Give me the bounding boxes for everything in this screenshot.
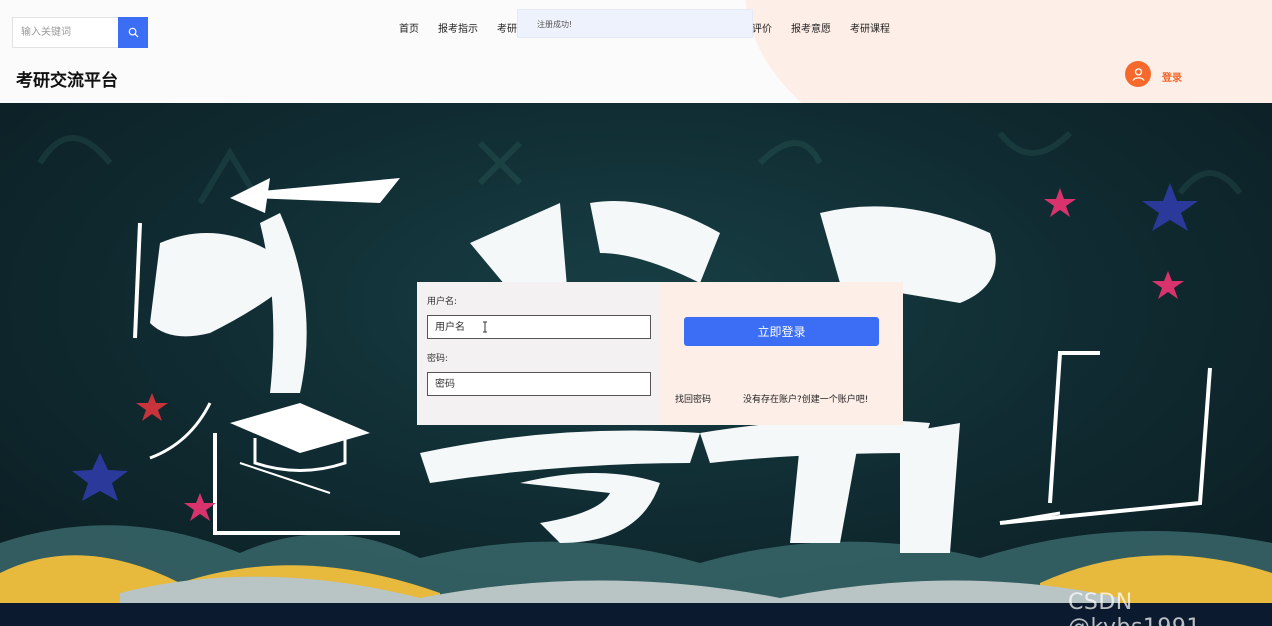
- search-box: [12, 17, 148, 48]
- login-link[interactable]: 登录: [1162, 69, 1182, 84]
- user-avatar[interactable]: [1125, 61, 1151, 87]
- search-button[interactable]: [118, 17, 148, 48]
- user-icon: [1132, 67, 1144, 81]
- nav-item-intention[interactable]: 报考意愿: [791, 20, 831, 35]
- password-input[interactable]: [427, 372, 651, 396]
- success-toast: 注册成功!: [517, 9, 753, 38]
- password-label: 密码:: [427, 354, 449, 364]
- login-submit-button[interactable]: 立即登录: [684, 317, 879, 346]
- register-link[interactable]: 没有存在账户?创建一个账户吧!: [743, 392, 868, 405]
- nav-item-home[interactable]: 首页: [399, 20, 419, 35]
- username-input[interactable]: [427, 315, 651, 339]
- login-form: 用户名: 密码:: [417, 282, 659, 425]
- nav-item-exam-guide[interactable]: 报考指示: [438, 20, 478, 35]
- nav-item-courses[interactable]: 考研课程: [850, 20, 890, 35]
- watermark: CSDN @kybs1991: [1068, 590, 1200, 626]
- header-decoration: [745, 0, 1272, 103]
- search-icon: [128, 27, 139, 38]
- site-title: 考研交流平台: [16, 71, 118, 91]
- username-label: 用户名:: [427, 297, 458, 307]
- forgot-password-link[interactable]: 找回密码: [675, 392, 711, 405]
- nav-item-review[interactable]: 评价: [752, 20, 772, 35]
- nav-item-kaoyan[interactable]: 考研: [497, 20, 517, 35]
- text-cursor-icon: [483, 321, 487, 333]
- search-input[interactable]: [12, 17, 118, 48]
